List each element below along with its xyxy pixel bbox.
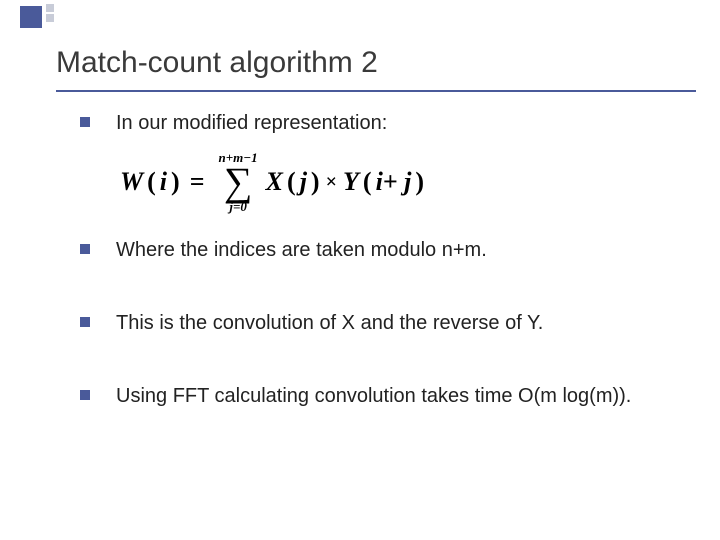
deco-square-large (20, 6, 42, 28)
bullet-item: In our modified representation: (80, 110, 670, 137)
formula: W(i) = n+m−1 ∑ j=0 X(j) × Y(i+ j) (120, 151, 670, 213)
bullet-text: Using FFT calculating convolution takes … (116, 383, 631, 410)
bullet-icon (80, 390, 90, 400)
formula-term1-func: X (266, 167, 283, 197)
bullet-icon (80, 244, 90, 254)
bullet-text: In our modified representation: (116, 110, 387, 137)
formula-lhs-func: W (120, 167, 143, 197)
formula-block: W(i) = n+m−1 ∑ j=0 X(j) × Y(i+ j) (120, 151, 670, 213)
title-underline (56, 90, 696, 92)
corner-decoration (0, 0, 120, 48)
deco-square-small (46, 14, 54, 22)
formula-term1-arg: j (300, 167, 307, 197)
deco-square-small (46, 4, 54, 12)
formula-lhs-arg: i (160, 167, 167, 197)
bullet-text: This is the convolution of X and the rev… (116, 310, 543, 337)
bullet-text: Where the indices are taken modulo n+m. (116, 237, 487, 264)
bullet-item: Using FFT calculating convolution takes … (80, 383, 670, 410)
title-area: Match-count algorithm 2 (56, 46, 690, 86)
bullet-item: Where the indices are taken modulo n+m. (80, 237, 670, 264)
bullet-icon (80, 117, 90, 127)
sigma: n+m−1 ∑ j=0 (219, 151, 258, 213)
sigma-symbol: ∑ (224, 164, 253, 200)
bullet-item: This is the convolution of X and the rev… (80, 310, 670, 337)
sigma-lower: j=0 (229, 200, 247, 213)
formula-term2-func: Y (343, 167, 359, 197)
slide-content: In our modified representation: W(i) = n… (80, 110, 670, 422)
formula-term2-arg: i+ j (376, 167, 412, 197)
bullet-icon (80, 317, 90, 327)
times-symbol: × (324, 171, 339, 194)
slide-title: Match-count algorithm 2 (56, 46, 690, 86)
